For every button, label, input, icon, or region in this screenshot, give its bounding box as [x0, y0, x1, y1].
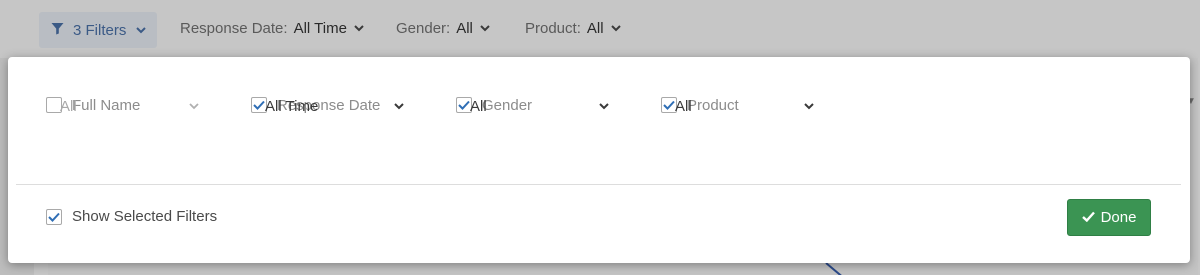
- chevron-down-icon: [135, 22, 147, 39]
- gender-filter-label: Gender:: [396, 20, 451, 37]
- gender-select[interactable]: All: [470, 96, 610, 116]
- show-selected-filters-checkbox[interactable]: [46, 208, 62, 225]
- filters-toggle-button[interactable]: 3 Filters: [39, 12, 157, 48]
- product-select[interactable]: All: [675, 96, 815, 116]
- filters-toggle-label: 3 Filters: [73, 21, 127, 39]
- done-button[interactable]: Done: [1067, 199, 1151, 236]
- response-date-filter[interactable]: Response Date: All Time: [180, 20, 365, 37]
- done-button-label: Done: [1100, 209, 1137, 226]
- gender-filter[interactable]: Gender: All: [396, 20, 491, 37]
- show-selected-filters-label: Show Selected Filters: [72, 208, 218, 225]
- chevron-down-icon: [610, 20, 622, 37]
- check-icon: [663, 100, 675, 110]
- show-selected-filters-toggle[interactable]: Show Selected Filters: [46, 208, 217, 225]
- filter-bar: 3 Filters Response Date: All Time Gender…: [0, 0, 1200, 58]
- chevron-down-icon: [803, 98, 815, 115]
- check-icon: [458, 100, 470, 110]
- chevron-down-icon: [479, 20, 491, 37]
- check-icon: [253, 100, 265, 110]
- check-icon: [48, 212, 60, 222]
- chevron-down-icon: [353, 20, 365, 37]
- product-filter-value: All: [586, 20, 604, 37]
- app-stage: ▼ 3 Filters Response Date: All Time Gend…: [0, 0, 1200, 275]
- chevron-down-icon: [393, 98, 405, 115]
- filters-panel: Full Name All Response Date All Time Gen…: [8, 57, 1190, 263]
- gender-filter-value: All: [456, 20, 473, 37]
- check-icon: [1081, 209, 1095, 226]
- full-name-select-value: All: [60, 97, 77, 115]
- full-name-select[interactable]: All: [60, 96, 200, 116]
- product-filter-label: Product:: [525, 20, 581, 37]
- response-date-select[interactable]: All Time: [265, 96, 405, 116]
- chevron-down-icon: [188, 98, 200, 115]
- product-filter[interactable]: Product: All: [525, 20, 622, 37]
- product-select-value: All: [675, 97, 692, 115]
- panel-divider: [16, 184, 1181, 185]
- gender-select-value: All: [470, 97, 487, 115]
- response-date-filter-label: Response Date:: [180, 20, 288, 37]
- response-date-filter-value: All Time: [293, 20, 347, 37]
- response-date-select-value: All Time: [265, 97, 319, 115]
- chevron-down-icon: [598, 98, 610, 115]
- filter-icon: [51, 22, 64, 39]
